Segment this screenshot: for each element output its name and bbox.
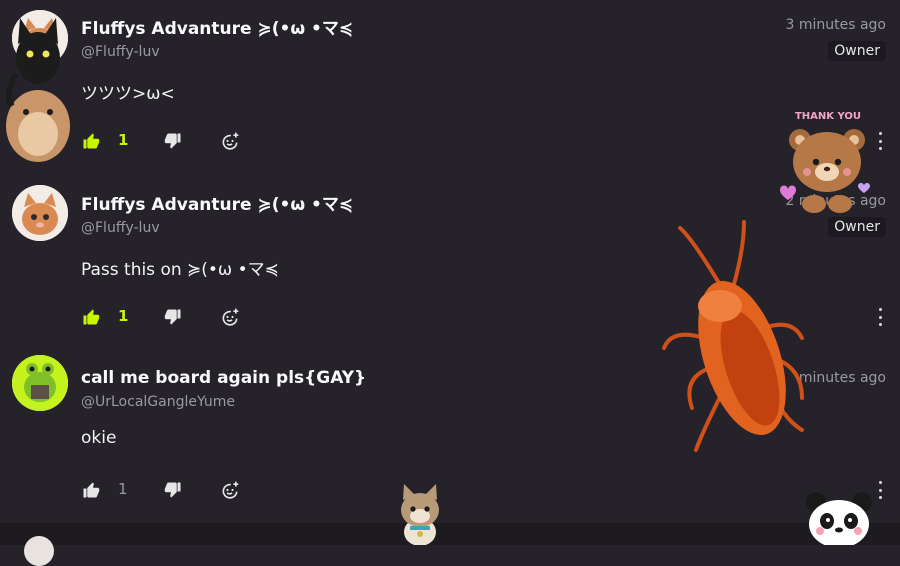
like-button[interactable] <box>80 306 102 328</box>
comment-text: Pass this on ≽(•ω •マ≼ <box>81 260 279 280</box>
comment-handle[interactable]: @UrLocalGangleYume <box>81 394 235 410</box>
comment-text: ツツツ>ω< <box>81 84 175 104</box>
dislike-button[interactable] <box>162 479 184 501</box>
comment-3: call me board again pls{GAY} @UrLocalGan… <box>0 350 900 523</box>
owner-badge: Owner <box>828 217 886 237</box>
more-vertical-icon <box>878 308 882 311</box>
like-count: 1 <box>118 131 129 149</box>
thumbs-up-icon <box>83 482 100 498</box>
thumbs-up-icon <box>83 309 100 325</box>
more-options-button[interactable] <box>876 481 884 499</box>
thumbs-up-icon <box>83 133 100 149</box>
comment-timestamp[interactable]: 2 minutes ago <box>785 193 886 209</box>
more-options-button[interactable] <box>876 308 884 326</box>
reply-button[interactable] <box>219 306 241 328</box>
thumbs-down-icon <box>164 133 181 149</box>
comment-author[interactable]: call me board again pls{GAY} <box>81 368 366 388</box>
like-button[interactable] <box>80 479 102 501</box>
avatar[interactable] <box>12 355 68 411</box>
comment-handle[interactable]: @Fluffy-luv <box>81 44 160 60</box>
more-vertical-icon <box>878 132 882 135</box>
avatar[interactable] <box>12 185 68 241</box>
comment-timestamp[interactable]: 3 minutes ago <box>785 17 886 33</box>
more-options-button[interactable] <box>876 132 884 150</box>
like-count: 1 <box>118 307 129 325</box>
like-button[interactable] <box>80 130 102 152</box>
next-comment-strip <box>0 523 900 545</box>
owner-badge: Owner <box>828 41 886 61</box>
reply-icon <box>222 308 239 326</box>
comment-author[interactable]: Fluffys Advanture ≽(•ω •マ≼ <box>81 14 353 39</box>
dislike-button[interactable] <box>162 130 184 152</box>
reply-button[interactable] <box>219 130 241 152</box>
thumbs-down-icon <box>164 309 181 325</box>
dislike-button[interactable] <box>162 306 184 328</box>
reply-icon <box>222 132 239 150</box>
comment-1: Fluffys Advanture ≽(•ω •マ≼ @Fluffy-luv 3… <box>0 0 900 175</box>
comment-timestamp[interactable]: minutes ago <box>799 370 886 386</box>
comment-handle[interactable]: @Fluffy-luv <box>81 220 160 236</box>
avatar[interactable] <box>12 10 68 66</box>
reply-icon <box>222 481 239 499</box>
thumbs-down-icon <box>164 482 181 498</box>
comment-text: okie <box>81 428 117 448</box>
comment-2: Fluffys Advanture ≽(•ω •マ≼ @Fluffy-luv 2… <box>0 175 900 350</box>
reply-button[interactable] <box>219 479 241 501</box>
next-comment-avatar[interactable] <box>24 536 54 566</box>
more-vertical-icon <box>878 481 882 484</box>
comment-author[interactable]: Fluffys Advanture ≽(•ω •マ≼ <box>81 190 353 215</box>
like-count: 1 <box>118 480 128 498</box>
